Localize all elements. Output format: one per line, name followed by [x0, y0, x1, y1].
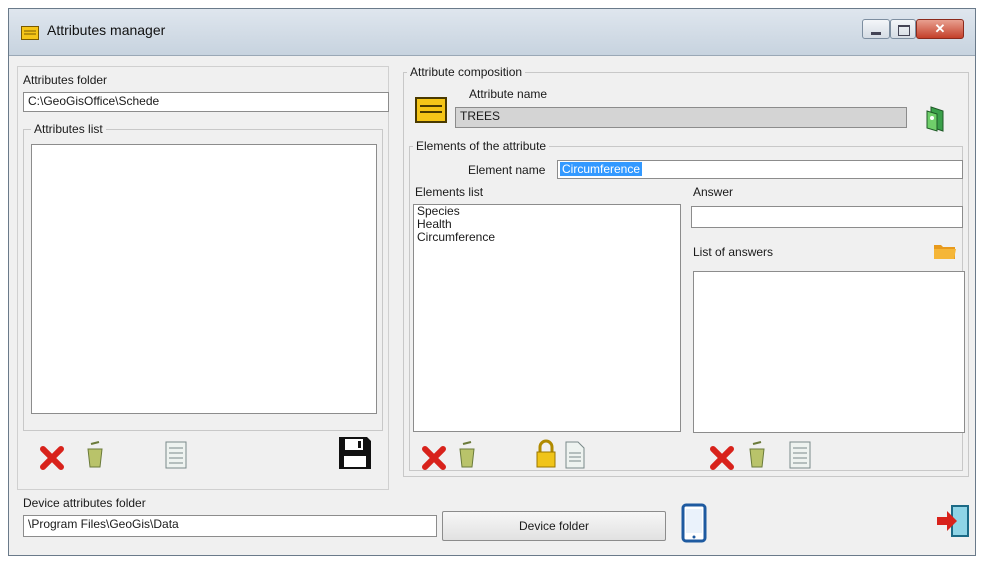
- window-title: Attributes manager: [47, 22, 166, 38]
- close-icon: ✕: [934, 21, 946, 36]
- document-icon[interactable]: [565, 441, 585, 469]
- attribute-composition-label: Attribute composition: [407, 65, 526, 79]
- answers-listbox[interactable]: [693, 271, 965, 433]
- lock-icon[interactable]: [535, 439, 557, 469]
- elements-group-label: Elements of the attribute: [413, 139, 550, 153]
- attribute-name-label: Attribute name: [469, 87, 548, 101]
- attributes-folder-input[interactable]: C:\GeoGisOffice\Schede: [23, 92, 389, 112]
- attributes-listbox[interactable]: [31, 144, 377, 414]
- attributes-list-label: Attributes list: [31, 122, 106, 136]
- list-of-answers-label: List of answers: [693, 245, 774, 259]
- save-icon[interactable]: [337, 435, 373, 471]
- device-folder-input[interactable]: \Program Files\GeoGis\Data: [23, 515, 437, 537]
- maximize-button[interactable]: [890, 19, 916, 39]
- element-name-value: Circumference: [560, 162, 643, 176]
- trash-answer-icon[interactable]: [747, 441, 767, 469]
- attributes-window-icon: [21, 26, 39, 40]
- attribute-icon: [415, 97, 447, 123]
- trash-element-icon[interactable]: [457, 441, 477, 469]
- attributes-folder-label: Attributes folder: [23, 73, 108, 87]
- answer-input[interactable]: [691, 206, 963, 228]
- element-name-label: Element name: [468, 163, 546, 177]
- device-folder-label: Device attributes folder: [23, 496, 146, 510]
- elements-listbox[interactable]: Species Health Circumference: [413, 204, 681, 432]
- answers-list-icon[interactable]: [789, 441, 811, 469]
- open-folder-icon[interactable]: [933, 241, 957, 261]
- attributes-manager-window: Attributes manager ✕ Attributes folder C…: [8, 8, 976, 556]
- exit-icon[interactable]: [935, 503, 971, 539]
- delete-attribute-icon[interactable]: [39, 445, 65, 471]
- title-bar: Attributes manager ✕: [9, 9, 975, 56]
- list-item[interactable]: Species: [414, 205, 680, 218]
- minimize-button[interactable]: [862, 19, 890, 39]
- attribute-name-input[interactable]: TREES: [455, 107, 907, 128]
- device-folder-button[interactable]: Device folder: [442, 511, 666, 541]
- attribute-tag-icon[interactable]: [923, 105, 947, 133]
- delete-element-icon[interactable]: [421, 445, 447, 471]
- trash-attribute-icon[interactable]: [85, 441, 105, 469]
- elements-list-label: Elements list: [415, 185, 484, 199]
- device-icon[interactable]: [681, 503, 707, 543]
- list-item[interactable]: Circumference: [414, 231, 680, 244]
- list-details-icon[interactable]: [165, 441, 187, 469]
- element-name-input[interactable]: Circumference: [557, 160, 963, 179]
- close-window-button[interactable]: ✕: [916, 19, 964, 39]
- delete-answer-icon[interactable]: [709, 445, 735, 471]
- answer-label: Answer: [693, 185, 734, 199]
